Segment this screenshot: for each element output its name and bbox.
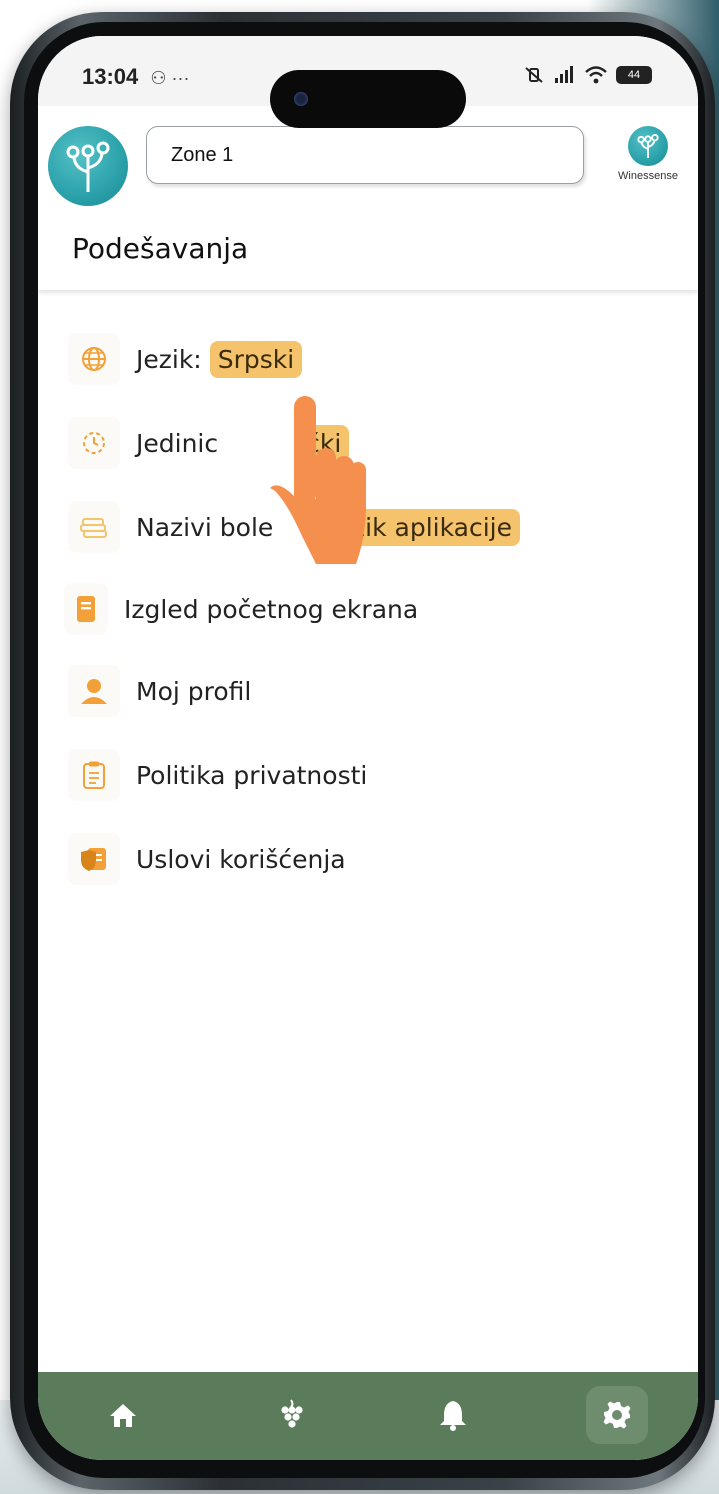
settings-item-label: Nazivi bole <box>136 512 274 542</box>
user-icon <box>68 665 120 717</box>
status-notification-icons: ⚇ ··· <box>150 68 190 88</box>
bottom-navigation <box>38 1372 698 1460</box>
page-title: Podešavanja <box>72 232 249 265</box>
clipboard-icon <box>68 749 120 801</box>
brand-badge: Winessense <box>596 126 698 196</box>
status-icons: 44 <box>522 62 652 88</box>
app-logo-icon[interactable] <box>48 126 128 206</box>
settings-item-home-layout[interactable]: Izgled početnog ekrana <box>64 578 418 640</box>
screen-layout-icon <box>64 583 108 635</box>
nav-notifications[interactable] <box>422 1386 484 1444</box>
timer-icon <box>68 417 120 469</box>
status-time: 13:04 ⚇ ··· <box>82 64 190 90</box>
wifi-icon <box>585 66 607 84</box>
language-value-chip[interactable]: Srpski <box>209 340 303 378</box>
front-camera <box>294 92 308 106</box>
bell-icon <box>440 1401 466 1431</box>
settings-item-terms[interactable]: Uslovi korišćenja <box>68 828 346 890</box>
grapes-icon <box>281 1399 303 1428</box>
settings-item-label: Izgled početnog ekrana <box>124 594 419 624</box>
shield-document-icon <box>68 833 120 885</box>
nav-vineyard[interactable] <box>260 1386 322 1444</box>
tree-logo-icon <box>66 141 110 192</box>
settings-item-label: Politika privatnosti <box>136 760 368 790</box>
settings-item-label: Moj profil <box>136 676 252 706</box>
dynamic-island <box>270 70 466 128</box>
brand-name: Winessense <box>618 170 678 182</box>
nav-settings[interactable] <box>586 1386 648 1444</box>
pointer-hand-icon <box>266 396 366 570</box>
section-header: Podešavanja <box>38 208 698 290</box>
settings-item-privacy[interactable]: Politika privatnosti <box>68 744 367 806</box>
settings-item-profile[interactable]: Moj profil <box>68 660 251 722</box>
phone-screen: 13:04 ⚇ ··· 44 Zone 1 Winessense Podešav… <box>38 36 698 1460</box>
nav-home[interactable] <box>92 1386 154 1444</box>
winessense-logo-icon <box>628 126 668 166</box>
settings-item-label: Jezik: <box>136 344 202 374</box>
settings-item-language[interactable]: Jezik: Srpski <box>68 328 303 390</box>
globe-icon <box>68 333 120 385</box>
vibrate-off-icon <box>525 67 543 83</box>
zone-select[interactable] <box>146 126 584 184</box>
home-icon <box>110 1404 136 1427</box>
books-icon <box>68 501 120 553</box>
battery-icon: 44 <box>616 66 652 84</box>
status-clock: 13:04 <box>82 64 139 89</box>
settings-item-label: Uslovi korišćenja <box>136 844 346 874</box>
signal-icon <box>555 66 573 83</box>
gear-icon <box>603 1401 631 1429</box>
settings-item-label: Jedinic <box>136 428 219 458</box>
